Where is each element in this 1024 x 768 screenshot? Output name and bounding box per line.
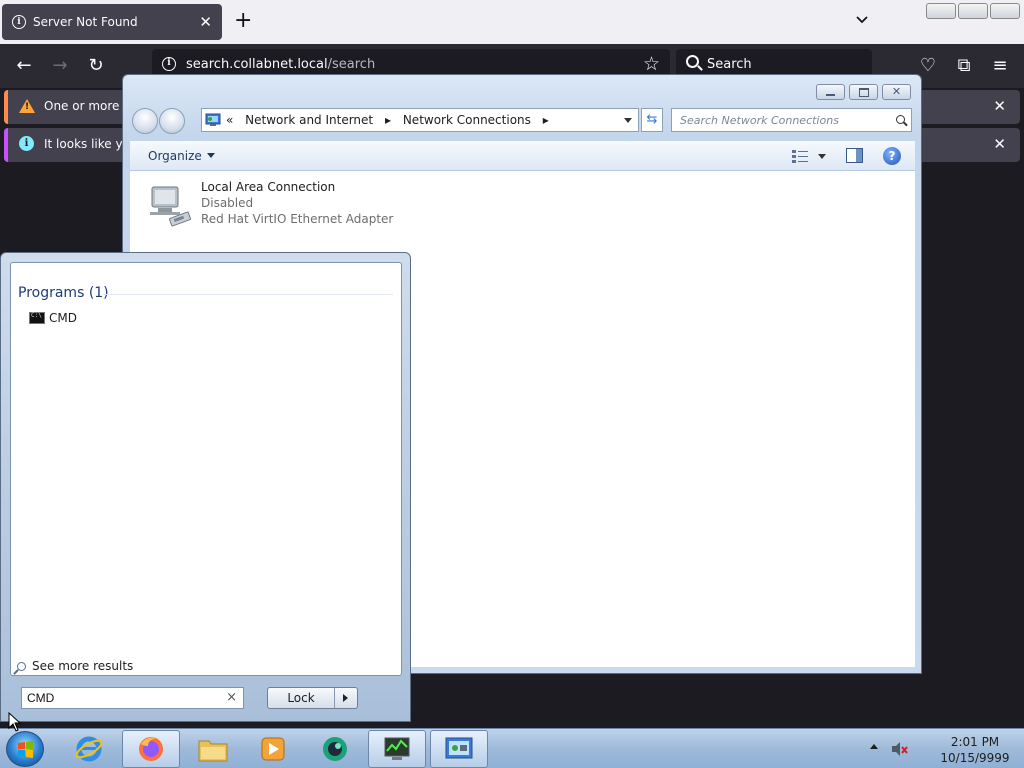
connection-item[interactable]: Local Area Connection Disabled Red Hat V… (148, 179, 408, 231)
help-icon[interactable]: ? (883, 147, 901, 165)
taskbar: 2:01 PM 10/15/9999 (0, 728, 1024, 768)
url-text: search.collabnet.local/search (186, 57, 376, 72)
new-tab-button[interactable]: + (234, 9, 252, 33)
start-search-input[interactable] (27, 691, 207, 705)
info-icon: i (19, 136, 34, 151)
window-close-button[interactable] (990, 3, 1020, 19)
command-bar: Organize ? (130, 141, 915, 171)
pocket-icon[interactable]: ♡ (918, 56, 938, 76)
maximize-button[interactable] (849, 84, 878, 100)
clear-search-icon[interactable]: × (226, 690, 237, 705)
power-options-arrow-icon[interactable] (334, 688, 357, 708)
lock-button[interactable]: Lock (267, 687, 358, 709)
taskbar-firefox[interactable] (122, 730, 180, 768)
search-results-pane: Programs (1) CMD See more results (10, 262, 402, 676)
breadcrumb-overflow[interactable]: « (226, 113, 233, 127)
lock-label: Lock (287, 691, 315, 705)
info-stripe (4, 128, 8, 162)
warning-text: One or more ir (44, 99, 132, 113)
refresh-button[interactable]: ⇆ (641, 108, 663, 132)
breadcrumb-network-and-internet[interactable]: Network and Internet (245, 113, 373, 127)
extensions-icon[interactable]: ⧉ (954, 56, 974, 76)
back-button[interactable] (132, 108, 158, 134)
window-controls: ✕ (816, 84, 911, 100)
info-icon: i (12, 15, 26, 29)
clock-time: 2:01 PM (950, 735, 1000, 749)
close-button[interactable]: ✕ (882, 84, 911, 100)
command-prompt-icon (29, 312, 45, 324)
taskbar-internet-explorer[interactable] (60, 730, 118, 768)
warning-icon: ! (19, 99, 35, 113)
system-clock[interactable]: 2:01 PM 10/15/9999 (930, 734, 1020, 766)
forward-button[interactable] (159, 108, 185, 134)
see-more-results-link[interactable]: See more results (17, 659, 133, 673)
chat-app-icon (323, 737, 347, 761)
forward-arrow-icon[interactable]: → (50, 56, 70, 76)
windows-logo-icon (18, 741, 33, 758)
preview-pane-icon[interactable] (846, 148, 863, 163)
control-panel-icon (205, 113, 221, 126)
network-control-panel-icon (445, 737, 473, 759)
taskbar-green-app[interactable] (306, 730, 364, 768)
connection-adapter: Red Hat VirtIO Ethernet Adapter (201, 212, 394, 226)
browser-tab[interactable]: i Server Not Found ✕ (2, 4, 222, 40)
start-search-box[interactable]: × (21, 687, 244, 709)
network-status-icon[interactable] (891, 741, 909, 757)
tab-title: Server Not Found (33, 15, 138, 29)
taskbar-windows-explorer[interactable] (184, 730, 242, 768)
warning-stripe (4, 90, 8, 124)
site-info-icon[interactable]: i (162, 57, 176, 71)
breadcrumb-network-connections[interactable]: Network Connections (403, 113, 531, 127)
navigation-buttons (132, 108, 190, 134)
menu-icon[interactable]: ≡ (990, 56, 1010, 76)
window-restore-button[interactable] (958, 3, 988, 19)
search-placeholder: Search Network Connections (680, 114, 839, 127)
program-label: CMD (49, 311, 77, 325)
minimize-button[interactable] (816, 84, 845, 100)
divider (103, 294, 393, 295)
program-result-cmd[interactable]: CMD (29, 307, 77, 329)
address-bar[interactable]: « Network and Internet ▸ Network Connect… (201, 108, 639, 132)
folder-icon (198, 740, 228, 762)
internet-explorer-icon (75, 736, 103, 762)
explorer-search-field[interactable]: Search Network Connections (671, 108, 912, 132)
bookmark-star-icon[interactable]: ☆ (643, 53, 660, 75)
firefox-icon (139, 737, 163, 761)
search-icon (686, 55, 699, 68)
views-dropdown-icon[interactable] (818, 154, 826, 159)
mouse-cursor-icon (8, 712, 22, 732)
clock-date: 10/15/9999 (940, 751, 1010, 765)
taskbar-task-manager[interactable] (368, 730, 426, 768)
firefox-tab-bar: i Server Not Found ✕ + (0, 0, 1024, 44)
views-icon[interactable] (792, 149, 808, 163)
breadcrumb-separator-icon[interactable]: ▸ (543, 113, 549, 127)
start-button[interactable] (6, 731, 44, 767)
taskbar-network-control-panel[interactable] (430, 730, 488, 768)
network-adapter-icon (150, 186, 191, 227)
programs-header: Programs (1) (18, 285, 109, 301)
search-icon[interactable] (896, 115, 905, 124)
search-icon (17, 661, 26, 671)
close-icon[interactable]: ✕ (993, 135, 1006, 153)
back-arrow-icon[interactable]: ← (14, 56, 34, 76)
taskbar-media-player[interactable] (244, 730, 302, 768)
address-dropdown-icon[interactable] (624, 118, 632, 123)
see-more-label: See more results (32, 659, 134, 673)
task-manager-icon (384, 737, 410, 760)
media-player-icon (261, 737, 285, 761)
chevron-down-icon[interactable] (855, 13, 869, 27)
window-minimize-button[interactable] (926, 3, 956, 19)
show-hidden-icons-arrow[interactable] (870, 744, 878, 749)
reload-icon[interactable]: ↻ (86, 56, 106, 76)
breadcrumb-separator-icon[interactable]: ▸ (385, 113, 391, 127)
organize-menu[interactable]: Organize (148, 149, 215, 163)
connection-name: Local Area Connection (201, 180, 336, 194)
search-placeholder: Search (707, 57, 752, 72)
connection-status: Disabled (201, 196, 254, 210)
close-icon[interactable]: ✕ (993, 97, 1006, 115)
start-menu: Programs (1) CMD See more results × Lock (0, 252, 411, 722)
breadcrumb: « Network and Internet ▸ Network Connect… (226, 113, 557, 127)
close-tab-icon[interactable]: ✕ (199, 13, 212, 31)
